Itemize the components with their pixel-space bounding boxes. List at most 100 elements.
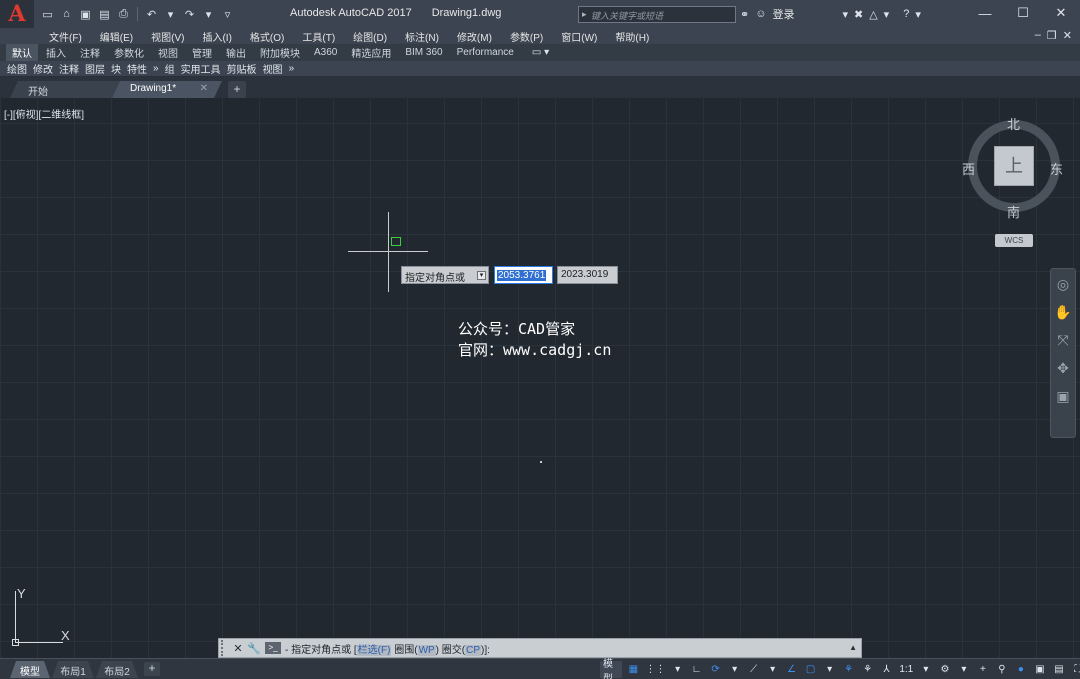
layout-tab-model[interactable]: 模型: [10, 661, 50, 678]
close-icon[interactable]: ✕: [1042, 0, 1080, 26]
drawing-minimize-icon[interactable]: –: [1035, 29, 1041, 42]
user-icon[interactable]: ☺: [755, 8, 766, 20]
open-file-icon[interactable]: ⌂: [59, 7, 74, 21]
viewcube[interactable]: 上 北 南 西 东 WCS: [962, 112, 1066, 247]
menu-help[interactable]: 帮助(H): [606, 29, 658, 44]
customize-qat-icon[interactable]: ▿: [220, 7, 235, 21]
menu-insert[interactable]: 插入(I): [193, 29, 240, 44]
redo-dropdown-icon[interactable]: ▾: [201, 7, 216, 21]
isodraft-icon[interactable]: ⟋: [746, 661, 762, 678]
menu-edit[interactable]: 编辑(E): [91, 29, 142, 44]
annotation-visibility-icon[interactable]: ⚘: [841, 661, 857, 678]
layout-tab-layout1[interactable]: 布局1: [52, 661, 94, 678]
save-as-icon[interactable]: ▤: [97, 7, 112, 21]
menu-file[interactable]: 文件(F): [40, 29, 91, 44]
a360-icon[interactable]: △: [869, 8, 877, 21]
viewcube-top-face[interactable]: 上: [994, 146, 1034, 186]
isolate-objects-icon[interactable]: ▣: [1032, 661, 1048, 678]
drawing-close-icon[interactable]: ✕: [1063, 29, 1072, 42]
ribbon-toggle-icon[interactable]: ▭ ▾: [532, 47, 549, 58]
application-menu-button[interactable]: A: [0, 0, 34, 28]
exchange-apps-icon[interactable]: ✖: [854, 8, 863, 21]
viewport-controls[interactable]: [-][俯视][二维线框]: [4, 106, 84, 121]
tab-addins[interactable]: 附加模块: [254, 44, 306, 61]
model-space-button[interactable]: 模型: [600, 659, 623, 679]
binoculars-icon[interactable]: ⚭: [740, 8, 749, 21]
tab-a360[interactable]: A360: [308, 46, 343, 59]
help-search-input[interactable]: 键入关键字或短语: [578, 6, 736, 23]
command-history-icon[interactable]: ▲: [849, 643, 857, 652]
menu-format[interactable]: 格式(O): [241, 29, 293, 44]
tab-performance[interactable]: Performance: [451, 46, 520, 59]
showmotion-icon[interactable]: ▣: [1056, 387, 1069, 405]
tab-insert[interactable]: 插入: [40, 44, 72, 61]
command-customize-icon[interactable]: 🔧: [247, 642, 261, 655]
workspace-dropdown-icon[interactable]: ▾: [956, 661, 972, 678]
option-fence[interactable]: 栏选(F): [356, 644, 392, 656]
drawing-restore-icon[interactable]: ❐: [1047, 29, 1057, 42]
panel-properties[interactable]: 特性: [124, 61, 150, 76]
print-icon[interactable]: ⎙: [116, 7, 131, 21]
redo-icon[interactable]: ↷: [182, 7, 197, 21]
panel-block[interactable]: 块: [108, 61, 124, 76]
grid-icon[interactable]: ▦: [625, 661, 641, 678]
polar-dropdown-icon[interactable]: ▾: [727, 661, 743, 678]
command-line[interactable]: ✕ 🔧 >_ - 指定对角点或 [栏选(F) 圈围(WP) 圈交(CP)]: ▲: [218, 638, 862, 658]
tab-drawing1[interactable]: Drawing1* ✕: [112, 81, 222, 98]
orbit-icon[interactable]: ✥: [1057, 359, 1069, 377]
tab-close-icon[interactable]: ✕: [200, 83, 208, 94]
steering-wheel-icon[interactable]: ◎: [1057, 275, 1069, 293]
tab-home[interactable]: 默认: [6, 44, 38, 61]
command-prompt-icon[interactable]: >_: [265, 642, 281, 654]
save-icon[interactable]: ▣: [78, 7, 93, 21]
a360-dropdown-icon[interactable]: ▾: [884, 8, 890, 21]
menu-parametric[interactable]: 参数(P): [501, 29, 552, 44]
menu-modify[interactable]: 修改(M): [448, 29, 501, 44]
workspace-gear-icon[interactable]: ⚙: [937, 661, 953, 678]
command-close-icon[interactable]: ✕: [231, 642, 245, 655]
tab-output[interactable]: 输出: [220, 44, 252, 61]
layout-tab-layout2[interactable]: 布局2: [96, 661, 138, 678]
auto-scale-icon[interactable]: ⚘: [860, 661, 876, 678]
tab-bim360[interactable]: BIM 360: [399, 46, 448, 59]
dynamic-options-icon[interactable]: ▾: [477, 271, 486, 280]
scale-dropdown-icon[interactable]: ▾: [918, 661, 934, 678]
add-layout-icon[interactable]: +: [144, 662, 160, 676]
quick-properties-icon[interactable]: ●: [1013, 661, 1029, 678]
annotation-scale-value[interactable]: 1:1: [898, 661, 915, 678]
option-cpolygon[interactable]: CP: [465, 644, 482, 656]
menu-tools[interactable]: 工具(T): [293, 29, 344, 44]
undo-icon[interactable]: ↶: [144, 7, 159, 21]
snap-icon[interactable]: ⋮⋮: [644, 661, 666, 678]
panel-draw[interactable]: 绘图: [4, 61, 30, 76]
clean-screen-icon[interactable]: ⛶: [1070, 661, 1080, 678]
maximize-icon[interactable]: ☐: [1004, 0, 1042, 26]
object-snap-dropdown-icon[interactable]: ▾: [822, 661, 838, 678]
panel-utilities[interactable]: 实用工具: [178, 61, 224, 76]
menu-window[interactable]: 窗口(W): [552, 29, 606, 44]
object-snap-tracking-icon[interactable]: ∠: [784, 661, 800, 678]
command-line-grip[interactable]: [221, 640, 229, 656]
tab-featured-apps[interactable]: 精选应用: [345, 44, 397, 61]
polar-tracking-icon[interactable]: ⟳: [708, 661, 724, 678]
panel-layers[interactable]: 图层: [82, 61, 108, 76]
option-wpolygon[interactable]: WP: [417, 644, 436, 656]
pan-icon[interactable]: ✋: [1054, 303, 1071, 321]
panel-groups[interactable]: 组: [162, 61, 178, 76]
compass-west[interactable]: 西: [962, 159, 975, 178]
drawing-canvas[interactable]: [-][俯视][二维线框] 指定对角点或 ▾ 2053.3761 2023.30…: [0, 98, 1080, 658]
compass-east[interactable]: 东: [1050, 159, 1063, 178]
tab-view[interactable]: 视图: [152, 44, 184, 61]
wcs-menu-button[interactable]: WCS: [995, 234, 1033, 247]
panel-overflow-icon[interactable]: »: [150, 63, 162, 74]
login-dropdown-icon[interactable]: ▾: [842, 8, 848, 21]
tab-start[interactable]: 开始: [10, 81, 120, 98]
new-tab-icon[interactable]: +: [228, 81, 246, 98]
help-dropdown-icon[interactable]: ▾: [915, 8, 921, 21]
menu-view[interactable]: 视图(V): [142, 29, 193, 44]
tab-manage[interactable]: 管理: [186, 44, 218, 61]
menu-draw[interactable]: 绘图(D): [344, 29, 396, 44]
login-button[interactable]: 登录: [772, 6, 794, 22]
annotation-monitor-icon[interactable]: +: [975, 661, 991, 678]
panel-modify[interactable]: 修改: [30, 61, 56, 76]
